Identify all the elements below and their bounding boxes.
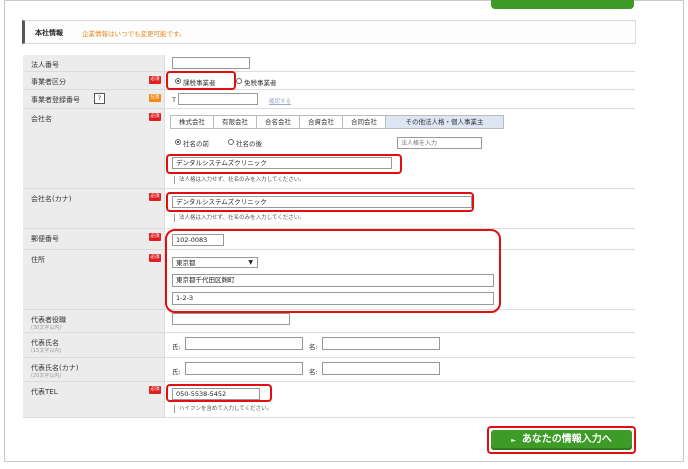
radio-exempt-label: 免税事業者 bbox=[244, 79, 277, 87]
registration-number-input[interactable] bbox=[178, 93, 258, 105]
label-company-name: 会社名 bbox=[31, 115, 52, 123]
tab-gomei[interactable]: 合名会社 bbox=[256, 115, 300, 129]
required-badge: 必須 bbox=[149, 193, 161, 201]
highlight-company-name bbox=[166, 154, 402, 174]
label-postal-code: 郵便番号 bbox=[31, 235, 59, 243]
section-title: 本社情報 bbox=[35, 29, 63, 37]
label-business-type: 事業者区分 bbox=[31, 78, 66, 86]
tab-other[interactable]: その他法人格・個人事業主 bbox=[385, 115, 504, 129]
optional-badge: 任意 bbox=[149, 94, 161, 102]
legal-entity-input[interactable] bbox=[397, 137, 482, 149]
rep-first-name-input[interactable] bbox=[322, 337, 440, 350]
tab-goshi[interactable]: 合資会社 bbox=[299, 115, 343, 129]
required-badge: 必須 bbox=[149, 233, 161, 241]
row-company-name: 会社名 必須 株式会社 有限会社 合名会社 合資会社 合同会社 その他法人格・個人… bbox=[23, 109, 635, 189]
tab-godo[interactable]: 合同会社 bbox=[342, 115, 386, 129]
required-badge: 必須 bbox=[149, 254, 161, 262]
radio-before-name[interactable] bbox=[175, 139, 181, 145]
rep-last-label: 氏: bbox=[172, 343, 181, 351]
row-rep-name: 代表氏名 (15文字以内) 氏: 名: bbox=[23, 333, 635, 358]
rep-title-limit: (30文字以内) bbox=[31, 325, 62, 331]
corp-number-input[interactable] bbox=[172, 57, 250, 69]
row-rep-title: 代表者役職 (30文字以内) bbox=[23, 310, 635, 333]
row-business-type: 事業者区分 必須 課税事業者 免税事業者 bbox=[23, 72, 635, 90]
verify-link[interactable]: 確認する bbox=[269, 97, 291, 105]
tab-yugen[interactable]: 有限会社 bbox=[213, 115, 257, 129]
tab-kabushiki[interactable]: 株式会社 bbox=[170, 115, 214, 129]
label-address: 住所 bbox=[31, 256, 45, 264]
section-note: 企業情報はいつでも変更可能です。 bbox=[82, 30, 186, 38]
radio-before-name-label: 社名の前 bbox=[183, 140, 209, 148]
rep-first-label: 名: bbox=[309, 343, 318, 351]
rep-tel-hint: ハイフンを含めて入力してください。 bbox=[174, 405, 272, 413]
rep-title-input[interactable] bbox=[172, 313, 290, 325]
label-corp-number: 法人番号 bbox=[31, 61, 59, 69]
rep-kana-limit: (20文字以内) bbox=[31, 373, 62, 379]
required-badge: 必須 bbox=[149, 386, 161, 394]
rep-kana-last-input[interactable] bbox=[185, 362, 303, 375]
top-button-edge[interactable] bbox=[491, 0, 634, 9]
label-registration-number: 事業者登録番号 bbox=[31, 96, 80, 104]
section-header: 本社情報 企業情報はいつでも変更可能です。 bbox=[22, 20, 636, 44]
required-badge: 必須 bbox=[149, 76, 161, 84]
highlight-rep-tel bbox=[166, 384, 272, 402]
highlight-address bbox=[165, 229, 501, 313]
highlight-business-type bbox=[166, 71, 236, 90]
row-registration-number: 事業者登録番号? 任意 T 確認する bbox=[23, 90, 635, 109]
label-rep-tel: 代表TEL bbox=[31, 388, 58, 396]
legal-entity-tabs: 株式会社 有限会社 合名会社 合資会社 合同会社 その他法人格・個人事業主 bbox=[170, 115, 504, 129]
registration-prefix: T bbox=[172, 96, 176, 104]
row-corp-number: 法人番号 bbox=[23, 55, 635, 72]
required-badge: 必須 bbox=[149, 113, 161, 121]
rep-kana-last-label: 氏: bbox=[172, 368, 181, 376]
highlight-next-button bbox=[487, 426, 636, 454]
company-kana-hint: 法人格は入力せず、社名のみを入力してください。 bbox=[174, 214, 305, 222]
row-rep-kana: 代表氏名(カナ) (20文字以内) 氏: 名: bbox=[23, 358, 635, 382]
rep-kana-first-label: 名: bbox=[309, 368, 318, 376]
company-name-hint: 法人格は入力せず、社名のみを入力してください。 bbox=[174, 176, 305, 184]
rep-name-limit: (15文字以内) bbox=[31, 348, 62, 354]
highlight-company-kana bbox=[166, 192, 474, 212]
radio-after-name[interactable] bbox=[228, 139, 234, 145]
rep-last-name-input[interactable] bbox=[185, 337, 303, 350]
rep-kana-first-input[interactable] bbox=[322, 362, 440, 375]
label-company-kana: 会社名(カナ) bbox=[31, 195, 72, 203]
help-icon[interactable]: ? bbox=[94, 93, 105, 104]
row-rep-tel: 代表TEL 必須 050-5538-5452 ハイフンを含めて入力してください。 bbox=[23, 382, 635, 418]
radio-after-name-label: 社名の後 bbox=[236, 140, 262, 148]
radio-exempt[interactable] bbox=[236, 78, 242, 84]
